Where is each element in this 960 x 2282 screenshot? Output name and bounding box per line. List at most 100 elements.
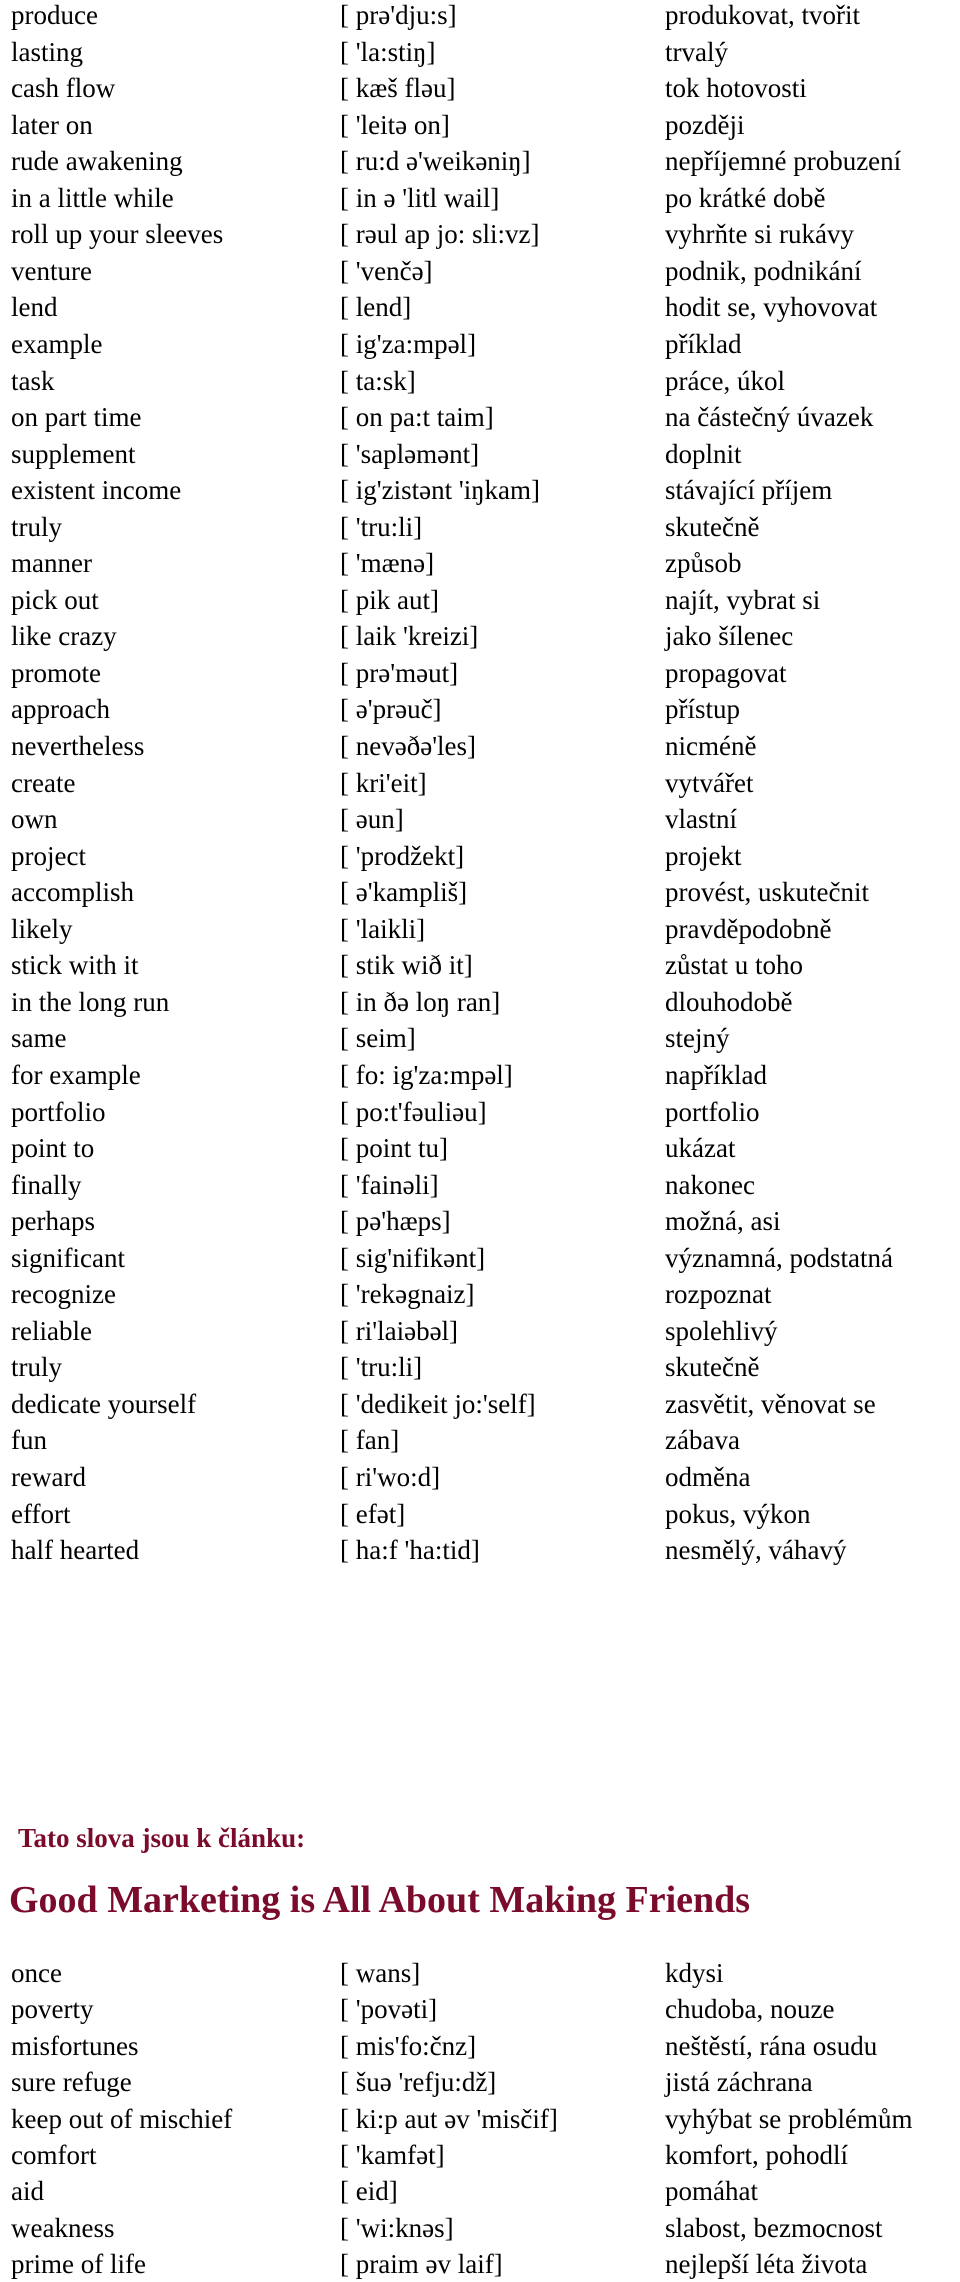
pronunciation: [ 'laikli] (340, 913, 426, 944)
pronunciation: [ point tu] (340, 1133, 448, 1164)
english-word: supplement (11, 438, 136, 469)
pronunciation: [ ig'za:mpəl] (340, 328, 477, 359)
vocabulary-row: effort [ efət] pokus, výkon (0, 1496, 960, 1532)
czech-translation: například (665, 1059, 767, 1090)
pronunciation: [ 'rekəgnaiz] (340, 1279, 475, 1310)
vocabulary-row: significant [ sig'nifikənt] významná, pods… (0, 1240, 960, 1276)
vocabulary-row: on part time [ on pa:t taim] na částečný ú… (0, 399, 960, 435)
vocabulary-row: later on [ 'leitə on] později (0, 107, 960, 143)
vocabulary-row: example [ ig'za:mpəl] příklad (0, 326, 960, 362)
english-word: pick out (11, 584, 99, 615)
czech-translation: zábava (665, 1425, 740, 1456)
english-word: once (11, 1958, 62, 1988)
english-word: perhaps (11, 1206, 95, 1237)
pronunciation: [ fo: ig'za:mpəl] (340, 1059, 513, 1090)
english-word: truly (11, 1352, 62, 1383)
vocabulary-row: comfort [ 'kamfət] komfort, pohodlí (0, 2137, 960, 2173)
czech-translation: slabost, bezmocnost (665, 2212, 883, 2243)
czech-translation: rozpoznat (665, 1279, 772, 1310)
czech-translation: práce, úkol (665, 365, 785, 396)
vocabulary-row: truly [ 'tru:li] skutečně (0, 1349, 960, 1385)
pronunciation: [ 'wi:knəs] (340, 2212, 454, 2243)
english-word: produce (11, 0, 98, 30)
pronunciation: [ 'kamfət] (340, 2140, 445, 2170)
english-word: same (11, 1023, 67, 1054)
vocabulary-row: rude awakening [ ru:d ə'weikəniŋ] nepříjem… (0, 143, 960, 179)
czech-translation: skutečně (665, 511, 760, 542)
vocabulary-row: manner [ 'mænə] způsob (0, 545, 960, 581)
pronunciation: [ prə'dju:s] (340, 0, 457, 30)
czech-translation: doplnit (665, 438, 742, 469)
english-word: reliable (11, 1315, 92, 1346)
english-word: existent income (11, 475, 182, 506)
vocabulary-row: likely [ 'laikli] pravděpodobně (0, 911, 960, 947)
pronunciation: [ mis'fo:čnz] (340, 2030, 477, 2061)
english-word: venture (11, 255, 92, 286)
vocabulary-row: supplement [ 'sapləmənt] doplnit (0, 436, 960, 472)
vocabulary-row: recognize [ 'rekəgnaiz] rozpoznat (0, 1276, 960, 1312)
vocabulary-row: produce [ prə'dju:s] produkovat, tvořit (0, 0, 960, 33)
czech-translation: vytvářet (665, 767, 754, 798)
vocabulary-row: own [ əun] vlastní (0, 801, 960, 837)
english-word: in a little while (11, 182, 174, 213)
english-word: likely (11, 913, 73, 944)
pronunciation: [ nevəðə'les] (340, 731, 477, 761)
english-word: like crazy (11, 621, 117, 652)
vocabulary-row: existent income [ ig'zistənt 'iŋkam] stáva… (0, 472, 960, 508)
pronunciation: [ kri'eit] (340, 767, 427, 798)
pronunciation: [ sig'nifikənt] (340, 1242, 486, 1273)
pronunciation: [ ha:f 'ha:tid] (340, 1535, 480, 1566)
czech-translation: příklad (665, 328, 742, 359)
vocabulary-row: lend [ lend] hodit se, vyhovovat (0, 289, 960, 325)
pronunciation: [ 'la:stiŋ] (340, 36, 436, 67)
vocabulary-row: half hearted [ ha:f 'ha:tid] nesmělý, váha… (0, 1532, 960, 1568)
pronunciation: [ 'venčə] (340, 255, 433, 286)
pronunciation: [ ta:sk] (340, 365, 416, 396)
czech-translation: nesmělý, váhavý (665, 1535, 847, 1566)
pronunciation: [ efət] (340, 1498, 406, 1529)
czech-translation: stejný (665, 1023, 730, 1054)
vocabulary-row: create [ kri'eit] vytvářet (0, 765, 960, 801)
pronunciation: [ eid] (340, 2176, 398, 2207)
pronunciation: [ laik 'kreizi] (340, 621, 479, 652)
english-word: own (11, 804, 58, 835)
pronunciation: [ seim] (340, 1023, 416, 1054)
vocabulary-row: sure refuge [ šuə 'refju:dž] jistá záchran… (0, 2064, 960, 2100)
czech-translation: kdysi (665, 1958, 724, 1988)
vocabulary-row: nevertheless [ nevəðə'les] nicméně (0, 728, 960, 764)
vocabulary-row: weakness [ 'wi:knəs] slabost, bezmocnost (0, 2210, 960, 2246)
english-word: promote (11, 657, 101, 688)
vocabulary-row: fun [ fan] zábava (0, 1422, 960, 1458)
czech-translation: jako šílenec (665, 621, 794, 652)
pronunciation: [ ki:p aut əv 'misčif] (340, 2103, 558, 2134)
english-word: for example (11, 1059, 141, 1090)
czech-translation: portfolio (665, 1096, 760, 1127)
english-word: aid (11, 2176, 44, 2207)
vocabulary-row: project [ 'prodžekt] projekt (0, 838, 960, 874)
english-word: dedicate yourself (11, 1388, 197, 1419)
english-word: point to (11, 1133, 95, 1164)
english-word: finally (11, 1169, 82, 1200)
vocabulary-row: task [ ta:sk] práce, úkol (0, 363, 960, 399)
pronunciation: [ ru:d ə'weikəniŋ] (340, 146, 531, 177)
vocabulary-row: portfolio [ po:t'fəuliəu] portfolio (0, 1094, 960, 1130)
pronunciation: [ 'tru:li] (340, 511, 423, 542)
english-word: rude awakening (11, 146, 183, 177)
vocabulary-row: roll up your sleeves [ rəul ap jo: sli:vz… (0, 216, 960, 252)
pronunciation: [ ig'zistənt 'iŋkam] (340, 475, 541, 506)
czech-translation: komfort, pohodlí (665, 2140, 848, 2170)
czech-translation: skutečně (665, 1352, 760, 1383)
vocabulary-row: aid [ eid] pomáhat (0, 2173, 960, 2209)
vocabulary-row: point to [ point tu] ukázat (0, 1130, 960, 1166)
czech-translation: významná, podstatná (665, 1242, 893, 1273)
article-title: Good Marketing is All About Making Frien… (9, 1879, 751, 1921)
vocabulary-row: once [ wans] kdysi (0, 1955, 960, 1991)
vocabulary-row: in the long run [ in ðə loŋ ran] dlouhodob… (0, 984, 960, 1020)
pronunciation: [ šuə 'refju:dž] (340, 2067, 497, 2098)
vocabulary-row: for example [ fo: ig'za:mpəl] například (0, 1057, 960, 1093)
czech-translation: chudoba, nouze (665, 1994, 835, 2025)
pronunciation: [ 'leitə on] (340, 109, 450, 140)
czech-translation: po krátké době (665, 182, 826, 213)
vocabulary-row: misfortunes [ mis'fo:čnz] neštěstí, rána o… (0, 2028, 960, 2064)
pronunciation: [ stik wið it] (340, 950, 473, 981)
